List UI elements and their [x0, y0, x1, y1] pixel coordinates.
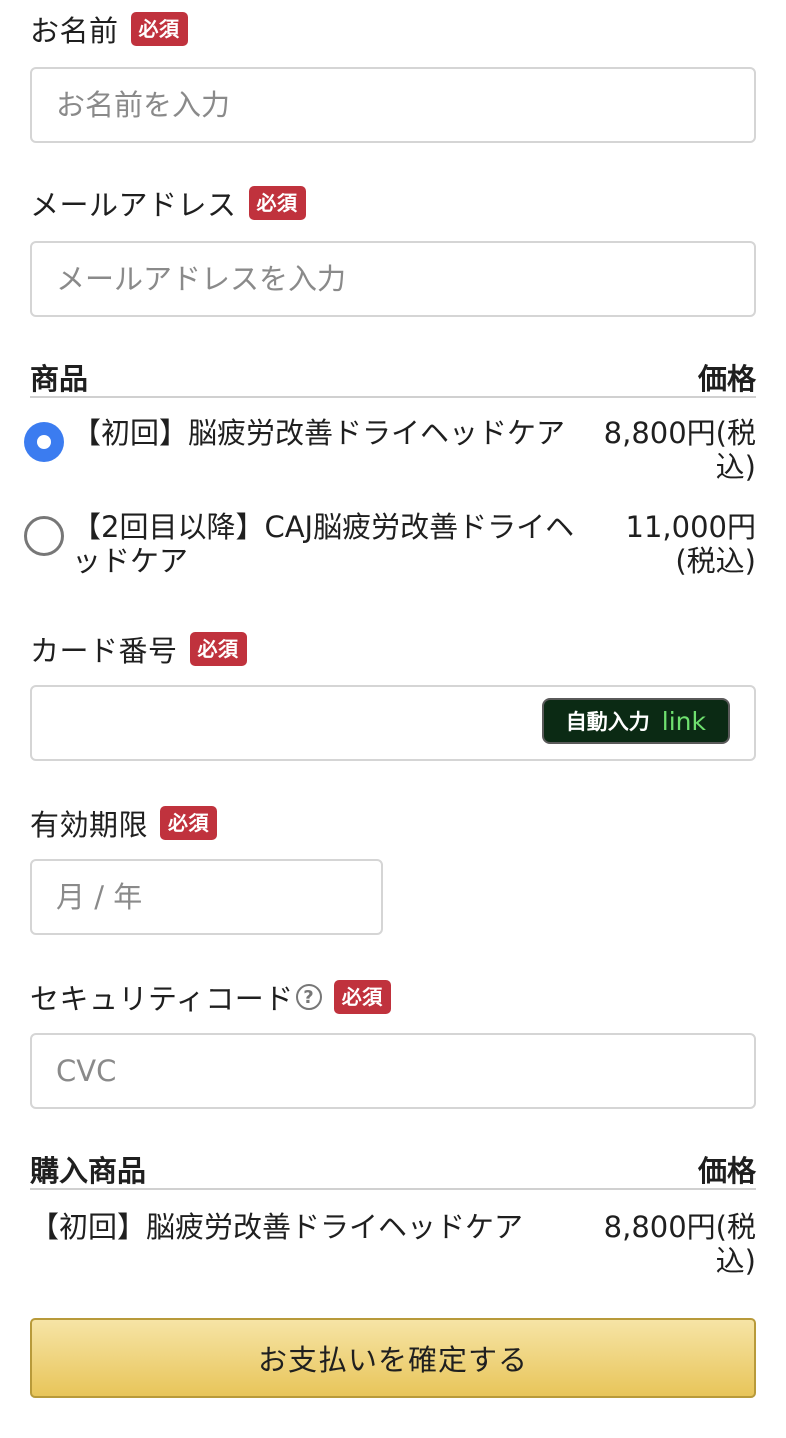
summary-item-name: 【初回】脳疲労改善ドライヘッドケア — [30, 1210, 524, 1244]
product-option-price: 8,800円(税込) — [603, 416, 756, 484]
security-code-input[interactable] — [32, 1035, 754, 1107]
product-option-repeat[interactable]: 【2回目以降】CAJ脳疲労改善ドライヘッドケア 11,000円(税込) — [24, 510, 756, 578]
product-option-name: 【2回目以降】CAJ脳疲労改善ドライヘッドケア — [72, 510, 575, 578]
expiry-label: 有効期限 — [30, 808, 149, 842]
confirm-payment-button[interactable]: お支払いを確定する — [30, 1318, 756, 1398]
product-option-first[interactable]: 【初回】脳疲労改善ドライヘッドケア 8,800円(税込) — [24, 416, 756, 484]
name-field-box — [30, 67, 756, 143]
product-column-header: 商品 — [30, 362, 89, 396]
summary-table-header: 購入商品 価格 — [30, 1148, 756, 1190]
required-badge: 必須 — [333, 980, 391, 1014]
name-label-row: お名前 必須 — [30, 8, 188, 50]
radio-unselected-icon[interactable] — [24, 516, 64, 556]
summary-price-header: 価格 — [697, 1154, 756, 1188]
email-input[interactable] — [32, 243, 754, 315]
name-label: お名前 — [30, 14, 119, 48]
link-autofill-button[interactable]: 自動入力 link — [541, 698, 730, 744]
product-option-name: 【初回】脳疲労改善ドライヘッドケア — [72, 416, 566, 450]
checkout-form: お名前 必須 メールアドレス 必須 商品 価格 【初回】脳疲労改善ドライヘッドケ… — [0, 0, 786, 1438]
summary-product-header: 購入商品 — [30, 1154, 147, 1188]
required-badge: 必須 — [130, 12, 188, 46]
product-table-header: 商品 価格 — [30, 356, 756, 398]
required-badge: 必須 — [160, 806, 218, 840]
expiry-input[interactable] — [32, 861, 381, 933]
required-badge: 必須 — [248, 186, 306, 220]
security-code-label: セキュリティコード — [30, 982, 294, 1016]
email-label-row: メールアドレス 必須 — [30, 182, 306, 224]
name-input[interactable] — [32, 69, 754, 141]
price-column-header: 価格 — [697, 362, 756, 396]
card-number-field-box: 自動入力 link — [30, 685, 756, 761]
help-question-icon[interactable]: ? — [295, 984, 322, 1010]
security-code-label-row: セキュリティコード ? 必須 — [30, 976, 391, 1018]
expiry-label-row: 有効期限 必須 — [30, 802, 218, 844]
expiry-field-box — [30, 859, 383, 935]
summary-item-row: 【初回】脳疲労改善ドライヘッドケア 8,800円(税込) — [30, 1210, 756, 1278]
email-field-box — [30, 241, 756, 317]
radio-selected-icon[interactable] — [24, 422, 64, 462]
card-number-label-row: カード番号 必須 — [30, 628, 247, 670]
link-logo: link — [661, 706, 706, 736]
card-number-label: カード番号 — [30, 634, 178, 668]
security-code-field-box — [30, 1033, 756, 1109]
email-label: メールアドレス — [30, 188, 237, 222]
required-badge: 必須 — [189, 632, 247, 666]
summary-item-price: 8,800円(税込) — [603, 1210, 756, 1278]
product-option-price: 11,000円(税込) — [625, 510, 756, 578]
autofill-label: 自動入力 — [565, 710, 650, 734]
